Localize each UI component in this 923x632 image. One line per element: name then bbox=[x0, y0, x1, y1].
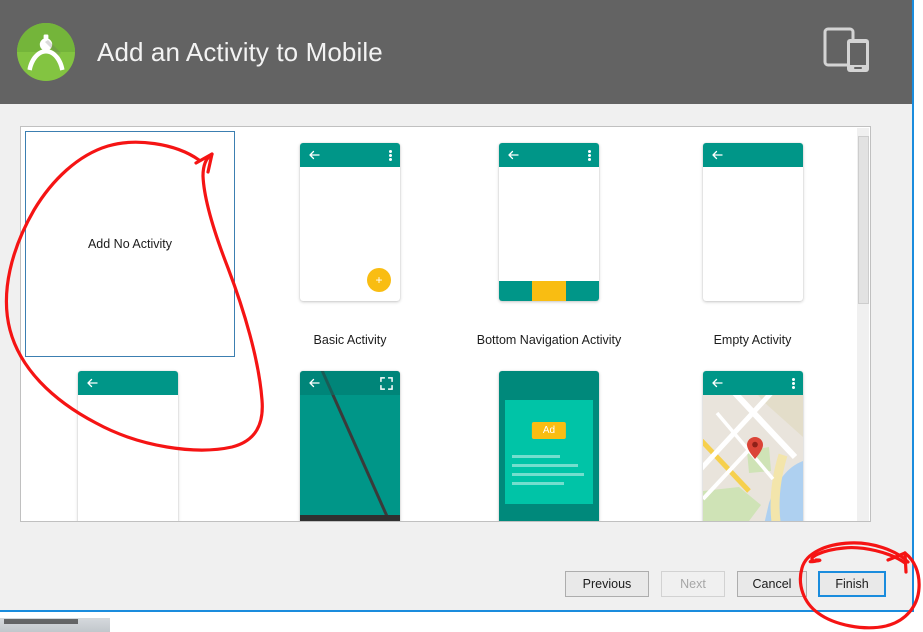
add-no-activity-tile[interactable]: Add No Activity bbox=[25, 131, 235, 357]
previous-button[interactable]: Previous bbox=[565, 571, 649, 597]
ad-activity-thumbnail: Ad bbox=[499, 371, 599, 521]
dialog-header: Add an Activity to Mobile bbox=[0, 0, 913, 104]
ad-content-sheet: Ad bbox=[505, 400, 593, 504]
template-label: Add No Activity bbox=[87, 237, 173, 251]
overflow-menu-icon bbox=[389, 150, 392, 161]
arrow-back-icon bbox=[309, 378, 320, 388]
template-card-google-maps-activity[interactable] bbox=[653, 361, 852, 521]
map-preview bbox=[702, 395, 803, 521]
ad-badge: Ad bbox=[531, 422, 567, 439]
arrow-back-icon bbox=[711, 378, 723, 388]
tablet-and-phone-icon bbox=[823, 27, 869, 72]
bottom-navigation-thumbnail bbox=[499, 143, 599, 301]
ad-text-line bbox=[512, 473, 584, 476]
activity-template-gallery[interactable]: Add No Activity + Basic Activity Bottom … bbox=[20, 126, 871, 522]
thumb-toolbar bbox=[499, 143, 599, 167]
desktop-background-bottom bbox=[0, 612, 923, 632]
ad-text-line bbox=[512, 464, 578, 467]
ad-text-line bbox=[512, 482, 564, 485]
fullscreen-icon bbox=[380, 377, 393, 390]
plus-icon: + bbox=[367, 268, 391, 292]
template-label: Empty Activity bbox=[713, 333, 792, 347]
arrow-back-icon bbox=[309, 150, 320, 160]
arrow-back-icon bbox=[87, 378, 98, 388]
finish-button[interactable]: Finish bbox=[818, 571, 886, 597]
system-navigation-bar bbox=[300, 515, 400, 521]
basic-activity-thumbnail: + bbox=[300, 143, 400, 301]
gallery-scrollbar-thumb[interactable] bbox=[858, 136, 869, 304]
desktop-background-right bbox=[914, 0, 923, 632]
empty-activity-thumbnail bbox=[702, 143, 803, 301]
next-button: Next bbox=[661, 571, 725, 597]
bottom-navigation-bar bbox=[499, 281, 599, 301]
ad-text-line bbox=[512, 455, 560, 458]
template-card-fullscreen-activity[interactable] bbox=[255, 361, 445, 521]
template-card-ad-activity[interactable]: Ad bbox=[445, 361, 653, 521]
thumb-toolbar bbox=[702, 371, 803, 395]
template-label: Bottom Navigation Activity bbox=[476, 333, 622, 347]
cancel-button[interactable]: Cancel bbox=[737, 571, 807, 597]
template-card-bottom-navigation-activity[interactable]: Bottom Navigation Activity bbox=[445, 127, 653, 361]
add-activity-wizard-dialog: Add an Activity to Mobile Add No Activit… bbox=[0, 0, 923, 632]
thumb-toolbar bbox=[300, 143, 400, 167]
plain-toolbar-thumbnail bbox=[78, 371, 178, 521]
background-window-sliver bbox=[0, 618, 110, 632]
google-maps-activity-thumbnail bbox=[702, 371, 803, 521]
arrow-back-icon bbox=[711, 150, 723, 160]
fullscreen-activity-thumbnail bbox=[300, 371, 400, 521]
template-card-row2-col1[interactable] bbox=[21, 361, 255, 521]
arrow-back-icon bbox=[508, 150, 519, 160]
overflow-menu-icon bbox=[588, 150, 591, 161]
gallery-scrollbar[interactable] bbox=[857, 128, 869, 521]
map-pin-icon bbox=[746, 437, 763, 459]
template-card-empty-activity[interactable]: Empty Activity bbox=[653, 127, 852, 361]
template-label: Basic Activity bbox=[313, 333, 387, 347]
android-studio-glyph bbox=[27, 34, 65, 71]
overflow-menu-icon bbox=[791, 378, 795, 389]
thumb-toolbar bbox=[78, 371, 178, 395]
template-card-add-no-activity[interactable]: Add No Activity bbox=[21, 127, 255, 361]
template-card-basic-activity[interactable]: + Basic Activity bbox=[255, 127, 445, 361]
page-title: Add an Activity to Mobile bbox=[97, 36, 383, 67]
thumb-toolbar bbox=[702, 143, 803, 167]
android-studio-logo-icon bbox=[17, 23, 75, 81]
dialog-footer: Previous Next Cancel Finish bbox=[0, 560, 913, 612]
